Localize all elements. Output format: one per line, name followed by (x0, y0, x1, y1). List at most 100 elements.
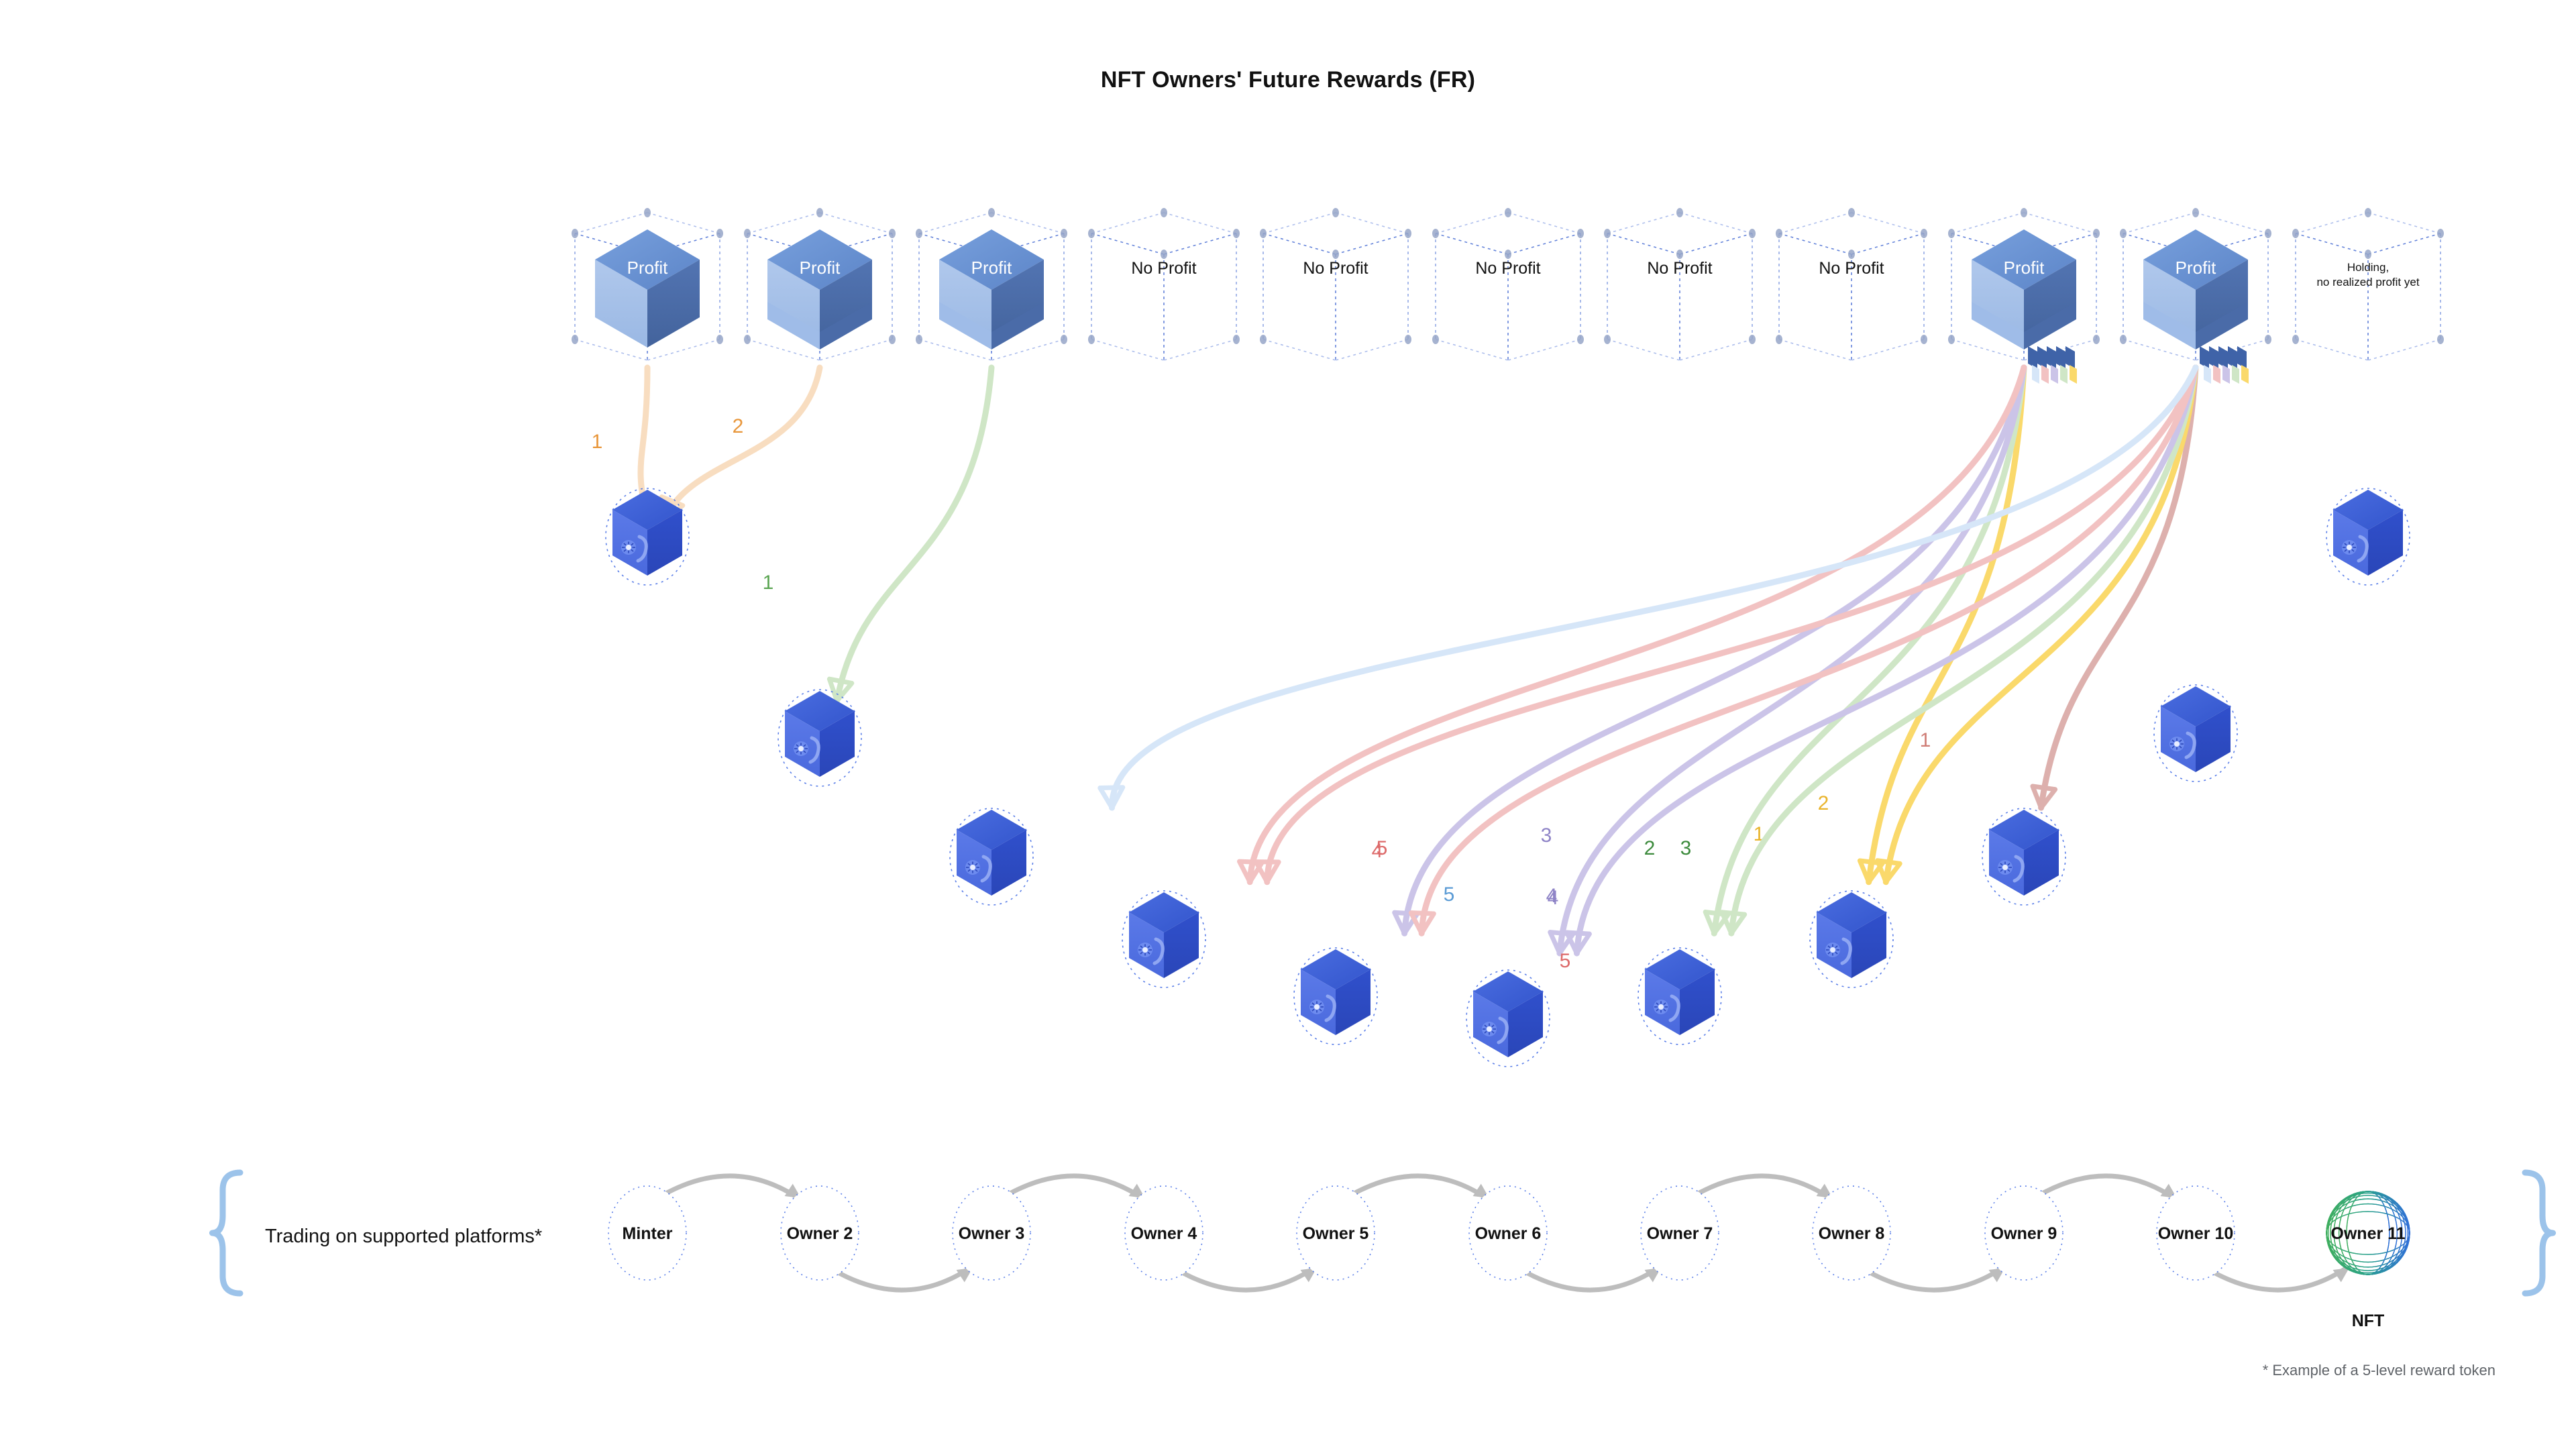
owner-node[interactable]: Owner 4 (1124, 1185, 1203, 1281)
cube-wireframe-edge (574, 212, 648, 234)
cube-vertex-dot (1332, 250, 1339, 259)
cube-vertex-dot (2192, 208, 2199, 217)
cube-vertex-dot (1405, 229, 1411, 238)
reward-level-number: 2 (1818, 792, 1829, 814)
safe-vault (2153, 684, 2238, 782)
cube-vertex-dot (1848, 250, 1855, 259)
cube-vertex-dot (2021, 208, 2027, 217)
cube-vertex-dot (1088, 335, 1095, 344)
nft-state-cube: No Profit (1432, 208, 1584, 361)
nft-state-cube: Profit (572, 208, 723, 361)
nft-state-cube: Profit (2120, 208, 2271, 384)
cube-vertex-dot (916, 335, 922, 344)
cube-wireframe-edge (1507, 339, 1581, 361)
cube-vertex-dot (889, 335, 896, 344)
cube-vertex-dot (744, 335, 751, 344)
owner-label: Owner 3 (959, 1224, 1025, 1243)
cube-label: No Profit (1131, 259, 1196, 278)
owner-label: Owner 4 (1131, 1224, 1197, 1243)
cube-vertex-dot (1921, 335, 1927, 344)
owner-node[interactable]: Owner 9 (1984, 1185, 2063, 1281)
reward-flow: 4 (1253, 364, 2199, 885)
cube-slice (2232, 365, 2239, 384)
owner-node[interactable]: Owner 7 (1640, 1185, 1719, 1281)
owner-transfer-arc (2208, 1265, 2349, 1293)
safe-vault (1466, 969, 1550, 1067)
cube-label: No Profit (1819, 259, 1884, 278)
cube-wireframe-edge (2367, 233, 2441, 255)
cube-slice (2051, 365, 2058, 384)
reward-flow: 5 (1377, 364, 2199, 936)
cube-wireframe-edge (574, 339, 648, 361)
owner-node[interactable]: Owner 10 (2156, 1185, 2235, 1281)
reward-flow-path (1108, 364, 2199, 811)
cube-wireframe-edge (1679, 233, 1753, 255)
reward-flow-path (1401, 364, 2027, 936)
cube-wireframe-edge (2023, 212, 2097, 234)
owner-node[interactable]: Owner 3 (952, 1185, 1031, 1281)
cube-slice (2241, 365, 2249, 384)
cube-label: No Profit (1303, 259, 1368, 278)
cube-vertex-dot (1749, 229, 1756, 238)
owner-transfer-arc (1176, 1265, 1317, 1293)
nft-state-cube: Profit (1948, 208, 2100, 384)
cube-wireframe-edge (1679, 339, 1753, 361)
owner-transfer-arc (2036, 1173, 2177, 1201)
cube-vertex-dot (1260, 335, 1267, 344)
cube-slice (2060, 365, 2068, 384)
cube-vertex-dot (1848, 208, 1855, 217)
cube-wireframe-edge (2195, 212, 2269, 234)
cube-wireframe-edge (2367, 339, 2441, 361)
cube-slice (2070, 365, 2077, 384)
owner-label: Minter (623, 1224, 673, 1243)
cube-vertex-dot (1776, 335, 1782, 344)
owner-node[interactable]: Owner 6 (1468, 1185, 1548, 1281)
cube-wireframe-edge (1263, 212, 1336, 234)
cube-label: Profit (800, 258, 841, 278)
cube-vertex-dot (1233, 335, 1240, 344)
owner-label: Owner 2 (787, 1224, 853, 1243)
cube-wireframe-edge (1607, 339, 1680, 361)
safe-dial-center (798, 746, 804, 751)
cube-vertex-dot (1505, 250, 1511, 259)
cube-wireframe-edge (819, 212, 893, 234)
cube-vertex-dot (1776, 229, 1782, 238)
cube-label: Profit (2004, 258, 2045, 278)
reward-level-number: 4 (1372, 840, 1383, 862)
owner-node[interactable]: Owner 2 (780, 1185, 859, 1281)
cube-wireframe-edge (1607, 212, 1680, 234)
cube-vertex-dot (2120, 229, 2127, 238)
cube-vertex-dot (572, 229, 578, 238)
reward-level-number: 5 (1560, 950, 1571, 972)
cube-wireframe-edge (2295, 233, 2369, 255)
cube-wireframe-edge (1435, 339, 1509, 361)
safe-vault (1122, 890, 1206, 988)
cube-wireframe-edge (2295, 339, 2369, 361)
cube-vertex-dot (716, 335, 723, 344)
owner-node[interactable]: Owner 8 (1812, 1185, 1891, 1281)
cube-wireframe-edge (1335, 212, 1409, 234)
cube-wireframe-edge (1435, 233, 1509, 255)
cube-label: Profit (627, 258, 668, 278)
cube-vertex-dot (1604, 335, 1611, 344)
owner-transfer-arc (1692, 1173, 1833, 1201)
cube-vertex-dot (1676, 250, 1683, 259)
reward-flow-path (1264, 364, 2199, 885)
cube-wireframe-edge (2367, 212, 2441, 234)
cube-vertex-dot (916, 229, 922, 238)
platform-brace (209, 1169, 244, 1297)
owner-node[interactable]: Owner 11 (2326, 1191, 2410, 1275)
cube-vertex-dot (1749, 335, 1756, 344)
owner-node[interactable]: Minter (608, 1185, 687, 1281)
owner-node[interactable]: Owner 5 (1296, 1185, 1375, 1281)
cube-wireframe-edge (1163, 339, 1237, 361)
cube-vertex-dot (1332, 208, 1339, 217)
reward-flow-path (1556, 364, 2027, 957)
owner-label: Owner 10 (2158, 1224, 2234, 1243)
cube-vertex-dot (1577, 335, 1584, 344)
cube-vertex-dot (644, 208, 651, 217)
cube-vertex-dot (816, 208, 823, 217)
cube-wireframe-edge (747, 212, 820, 234)
safe-dial-center (626, 545, 631, 550)
cube-vertex-dot (1161, 250, 1167, 259)
